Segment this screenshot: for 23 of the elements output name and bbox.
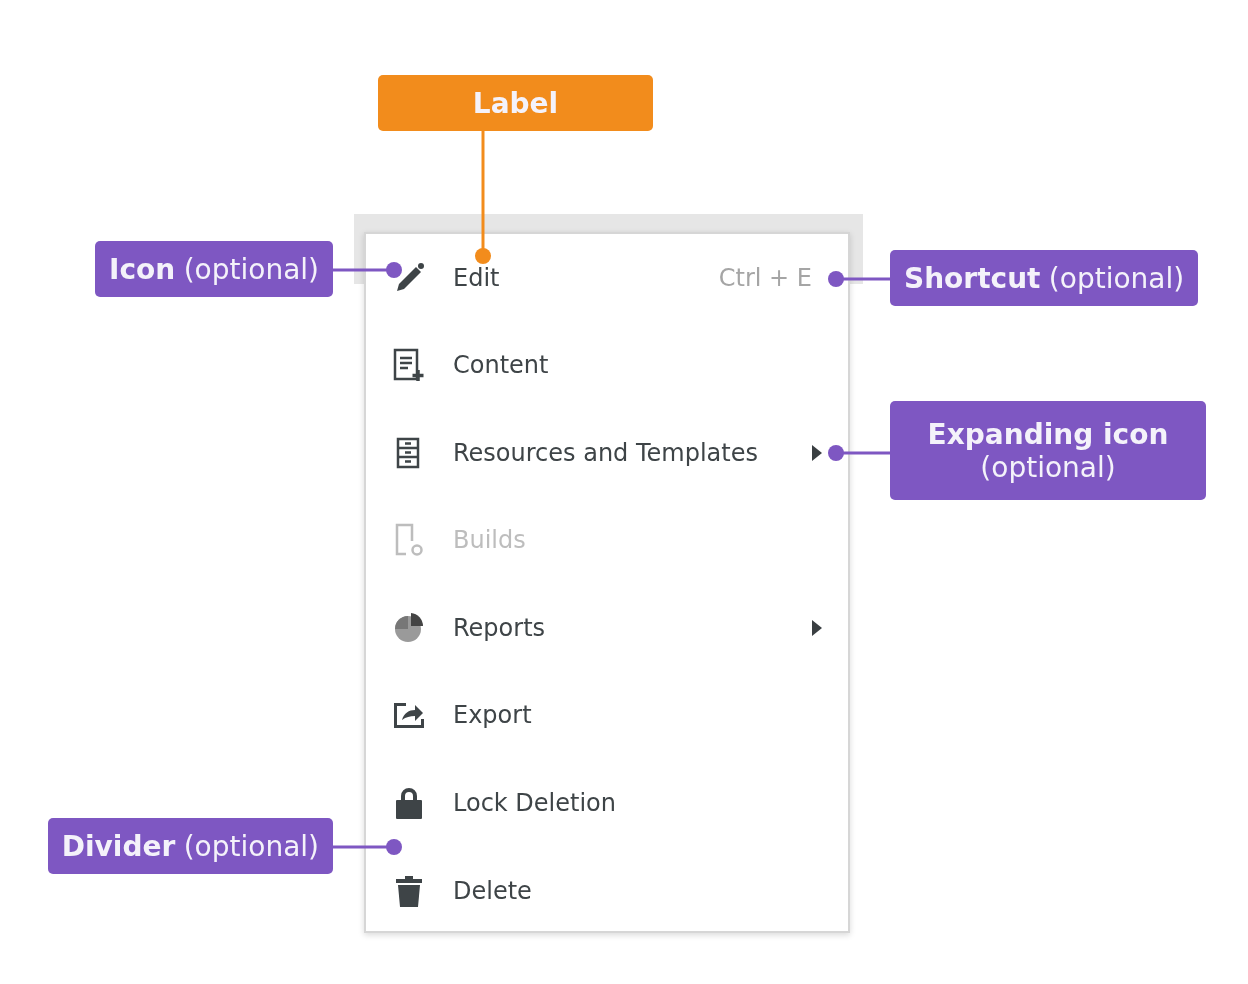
menu-item-label: Edit (453, 263, 500, 292)
menu-item-label: Export (453, 701, 532, 730)
callout-label: Shortcut (optional) (890, 250, 1199, 306)
callout-label: Label (378, 75, 653, 131)
menu-item[interactable]: Export (366, 671, 848, 759)
menu-item-label: Reports (453, 613, 546, 642)
menu-item[interactable]: Edit Ctrl + E (366, 234, 848, 322)
callout-label: Expanding icon (optional) (890, 401, 1206, 500)
menu-item[interactable]: Resources and Templates (366, 409, 848, 497)
menu-item-label: Builds (453, 526, 526, 555)
menu-item[interactable]: Lock Deletion (366, 759, 848, 847)
menu-item-label: Lock Deletion (453, 788, 616, 817)
document-plus-icon (392, 348, 426, 383)
menu-item-label: Content (453, 351, 549, 380)
pie-chart-icon (392, 610, 426, 645)
menu-item-label: Delete (453, 877, 532, 906)
menu-item[interactable]: Content (366, 321, 848, 409)
menu-item[interactable]: Reports (366, 584, 848, 672)
callout-label: Divider (optional) (47, 818, 333, 874)
callout-label: Icon (optional) (95, 241, 333, 297)
menu-item-label: Resources and Templates (453, 438, 758, 467)
shortcut-text: Ctrl + E (718, 263, 812, 292)
menu-item[interactable]: Delete (366, 847, 848, 935)
